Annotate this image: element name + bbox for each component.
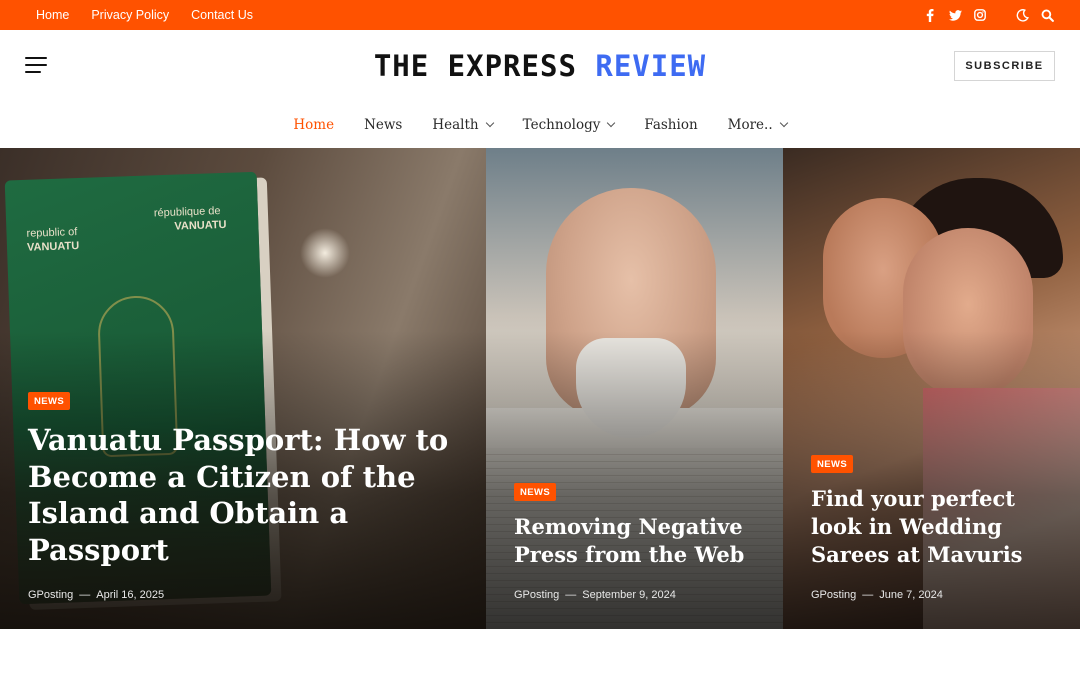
- author-name[interactable]: GPosting: [28, 589, 73, 601]
- nav-item-health[interactable]: Health: [432, 117, 494, 133]
- top-bar: Home Privacy Policy Contact Us: [0, 0, 1080, 30]
- nav-item-label: More..: [727, 117, 773, 133]
- chevron-down-icon: [485, 118, 494, 128]
- nav-item-home[interactable]: Home: [293, 117, 334, 133]
- author-name[interactable]: GPosting: [811, 589, 856, 601]
- main-nav: Home News Health Technology Fashion More…: [0, 102, 1080, 148]
- nav-item-more[interactable]: More..: [727, 117, 788, 133]
- category-badge[interactable]: NEWS: [28, 391, 71, 410]
- logo-main-text: THE EXPRESS: [373, 49, 577, 83]
- meta-separator: —: [565, 589, 577, 601]
- nav-item-label: News: [364, 117, 403, 133]
- category-badge[interactable]: NEWS: [514, 483, 557, 502]
- top-link-home[interactable]: Home: [36, 8, 69, 22]
- chevron-down-icon: [607, 118, 616, 128]
- meta-separator: —: [79, 589, 91, 601]
- top-link-contact-us[interactable]: Contact Us: [191, 8, 253, 22]
- card-content: NEWS Removing Negative Press from the We…: [514, 482, 759, 601]
- card-meta: GPosting — September 9, 2024: [514, 589, 759, 601]
- menu-icon-line: [25, 71, 41, 73]
- card-title[interactable]: Removing Negative Press from the Web: [514, 513, 759, 569]
- facebook-icon[interactable]: [923, 8, 937, 22]
- search-icon[interactable]: [1040, 8, 1054, 22]
- passport-text: VANUATU: [174, 218, 227, 233]
- subscribe-button[interactable]: SUBSCRIBE: [954, 51, 1055, 81]
- site-logo[interactable]: THE EXPRESS REVIEW: [374, 49, 706, 83]
- dark-mode-icon[interactable]: [1015, 8, 1029, 22]
- featured-card[interactable]: NEWS Find your perfect look in Wedding S…: [783, 148, 1080, 629]
- nav-item-fashion[interactable]: Fashion: [644, 117, 697, 133]
- menu-icon-line: [25, 64, 47, 66]
- nav-item-technology[interactable]: Technology: [522, 117, 616, 133]
- nav-item-news[interactable]: News: [364, 117, 402, 133]
- twitter-icon[interactable]: [948, 8, 962, 22]
- card-meta: GPosting — April 16, 2025: [28, 589, 462, 601]
- instagram-icon[interactable]: [973, 8, 987, 22]
- featured-card[interactable]: NEWS Removing Negative Press from the We…: [486, 148, 783, 629]
- nav-item-label: Home: [293, 117, 335, 133]
- passport-text: republic of: [26, 226, 78, 240]
- category-badge[interactable]: NEWS: [811, 455, 854, 474]
- top-links: Home Privacy Policy Contact Us: [36, 8, 253, 22]
- background-bokeh: [300, 228, 350, 278]
- passport-text: république de: [153, 205, 221, 220]
- post-date: September 9, 2024: [582, 589, 676, 601]
- featured-grid: republic of VANUATU république de VANUAT…: [0, 148, 1080, 629]
- card-meta: GPosting — June 7, 2024: [811, 589, 1056, 601]
- meta-separator: —: [862, 589, 874, 601]
- card-content: NEWS Vanuatu Passport: How to Become a C…: [28, 391, 462, 601]
- menu-icon[interactable]: [25, 57, 47, 73]
- top-icons: [923, 8, 1054, 22]
- top-link-privacy-policy[interactable]: Privacy Policy: [91, 8, 169, 22]
- featured-card-large[interactable]: republic of VANUATU république de VANUAT…: [0, 148, 486, 629]
- card-title[interactable]: Find your perfect look in Wedding Sarees…: [811, 485, 1056, 569]
- menu-icon-line: [25, 57, 47, 59]
- card-title[interactable]: Vanuatu Passport: How to Become a Citize…: [28, 422, 462, 569]
- nav-item-label: Fashion: [644, 117, 698, 133]
- logo-accent-text: REVIEW: [595, 49, 707, 83]
- nav-item-label: Health: [432, 117, 479, 133]
- author-name[interactable]: GPosting: [514, 589, 559, 601]
- passport-text: VANUATU: [26, 239, 80, 254]
- card-content: NEWS Find your perfect look in Wedding S…: [811, 454, 1056, 601]
- post-date: April 16, 2025: [96, 589, 165, 601]
- chevron-down-icon: [779, 118, 788, 128]
- post-date: June 7, 2024: [879, 589, 943, 601]
- site-header: THE EXPRESS REVIEW SUBSCRIBE: [0, 30, 1080, 102]
- nav-item-label: Technology: [522, 117, 601, 133]
